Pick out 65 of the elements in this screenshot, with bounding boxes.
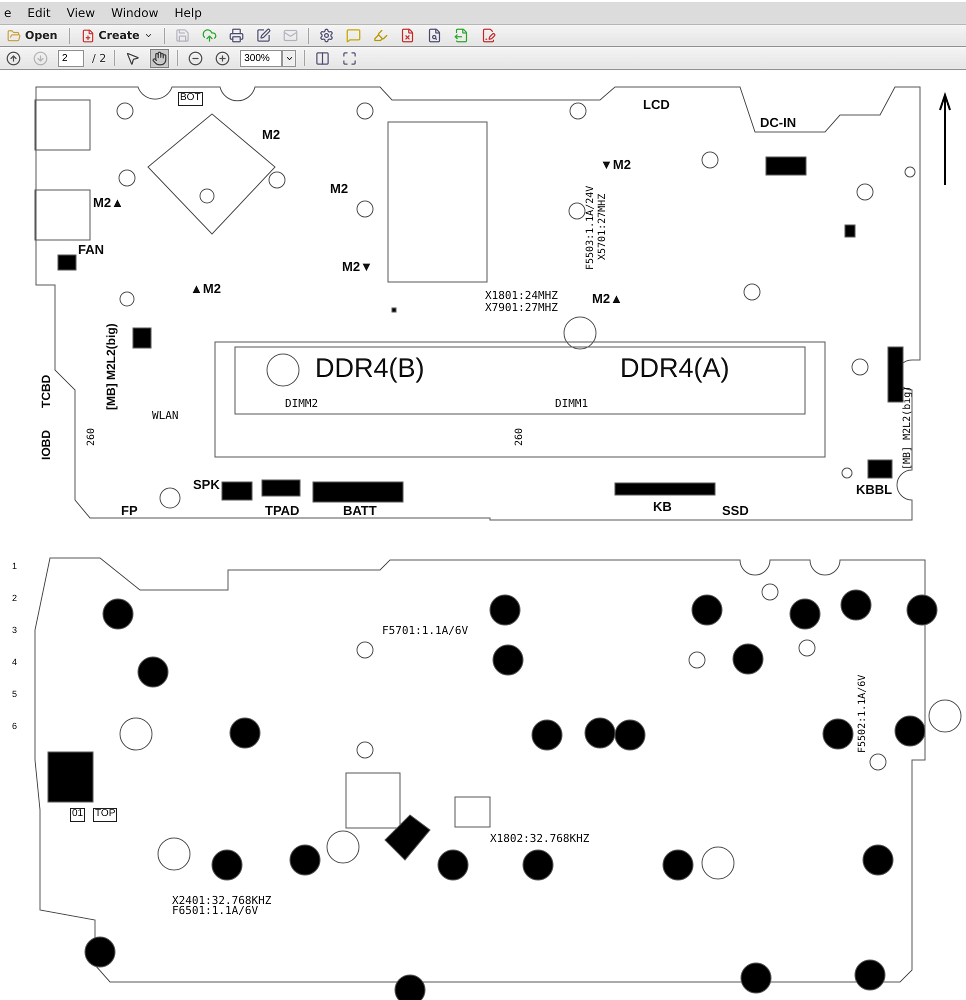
board-label: 260 bbox=[87, 428, 98, 446]
board-label: [MB] M2L2(big) bbox=[903, 386, 914, 470]
board-label: 4 bbox=[12, 658, 18, 669]
board-label: F5701:1.1A/6V bbox=[382, 625, 468, 637]
board-label: M2▼ bbox=[342, 260, 373, 274]
board-label: ▲M2 bbox=[190, 282, 221, 296]
menu-item[interactable]: Edit bbox=[27, 6, 51, 20]
board-label: FP bbox=[121, 504, 138, 518]
board-label: KB bbox=[653, 500, 672, 514]
board-label: 1 bbox=[12, 562, 18, 573]
board-label: M2▲ bbox=[93, 196, 124, 210]
board-label: TCBD bbox=[40, 374, 52, 408]
board-label: M2 bbox=[262, 128, 280, 142]
board-label: X5701:27MHZ bbox=[598, 194, 609, 260]
caret-icon bbox=[144, 31, 153, 40]
menu-item[interactable]: e bbox=[4, 6, 12, 20]
board-label: WLAN bbox=[152, 410, 178, 422]
folder-icon bbox=[7, 28, 21, 42]
board-label: X1801:24MHZ bbox=[485, 290, 558, 302]
menu-item[interactable]: View bbox=[66, 6, 96, 20]
board-label: 5 bbox=[12, 690, 18, 701]
zoom-field[interactable]: 300% bbox=[240, 50, 282, 66]
board-label: KBBL bbox=[856, 483, 892, 497]
board-label: 2 bbox=[12, 594, 18, 605]
dropdown-button[interactable] bbox=[282, 50, 296, 66]
arrow-up-icon[interactable] bbox=[4, 48, 23, 68]
board-label: BOT bbox=[178, 92, 203, 106]
board-label: DDR4(B) bbox=[315, 355, 425, 385]
board-label: TPAD bbox=[265, 504, 300, 518]
open-button[interactable]: Open bbox=[4, 28, 61, 44]
menu-item[interactable]: Window bbox=[111, 6, 158, 20]
board-label: SSD bbox=[722, 504, 749, 518]
hand-icon[interactable] bbox=[150, 48, 170, 68]
zoom-out-icon[interactable] bbox=[186, 48, 206, 68]
board-label: DC-IN bbox=[760, 116, 796, 130]
print-icon[interactable] bbox=[226, 26, 246, 45]
board-label: 6 bbox=[12, 722, 18, 733]
board-label: DIMM2 bbox=[285, 398, 318, 410]
board-label: LCD bbox=[643, 98, 670, 112]
board-label: BATT bbox=[343, 504, 377, 518]
board-label: FAN bbox=[78, 243, 104, 257]
board-label: [MB] M2L2(big) bbox=[105, 323, 117, 410]
board-label: F5502:1.1A/6V bbox=[858, 674, 869, 753]
file-plus-icon bbox=[80, 28, 95, 42]
board-label: M2 bbox=[330, 182, 348, 196]
board-label: F5503:1.1A/24V bbox=[586, 186, 597, 270]
board-label: M2▲ bbox=[592, 292, 623, 306]
board-label: 260 bbox=[515, 428, 526, 446]
create-button[interactable]: Create bbox=[78, 28, 156, 44]
board-label: DDR4(A) bbox=[620, 355, 730, 385]
board-label: DIMM1 bbox=[555, 398, 588, 410]
board-label: TOP bbox=[93, 808, 118, 822]
board-label: IOBD bbox=[40, 430, 52, 460]
board-label: X2401:32.768KHZ bbox=[172, 895, 272, 907]
page-field[interactable]: 2 bbox=[58, 50, 84, 66]
zoom-in-icon[interactable] bbox=[213, 48, 232, 68]
board-label: X1802:32.768KHZ bbox=[490, 833, 590, 845]
board-label: 01 bbox=[70, 808, 86, 822]
menu-item[interactable]: Help bbox=[174, 6, 202, 20]
board-label: ▼M2 bbox=[600, 158, 631, 172]
board-label: SPK bbox=[193, 478, 220, 492]
board-label: X7901:27MHZ bbox=[485, 302, 558, 314]
board-label: 3 bbox=[12, 626, 18, 637]
page-total: / 2 bbox=[92, 52, 106, 64]
board-label: F6501:1.1A/6V bbox=[172, 905, 258, 917]
